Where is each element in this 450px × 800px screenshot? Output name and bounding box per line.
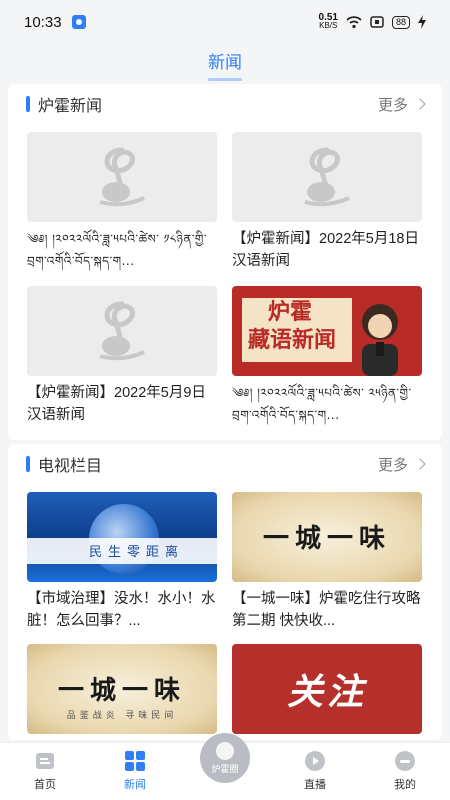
tv-section-title: 电视栏目 [38,458,103,475]
tv-more-link[interactable]: 更多 [378,454,426,475]
nav-news[interactable]: 新闻 [90,743,180,800]
news-caption: 【炉霍新闻】2022年5月18日汉语新闻 [232,231,419,269]
nav-home[interactable]: 首页 [0,743,90,800]
nav-live[interactable]: 直播 [270,743,360,800]
chevron-right-icon [414,458,426,470]
thumb-text: 一城一味 [57,676,186,706]
grid-icon [125,751,145,771]
network-speed: 0.51 KB/S [318,12,338,30]
nav-label: 直播 [304,779,326,791]
tv-item[interactable]: 民生零距离 【市域治理】没水！水小！水脏！怎么回事？... [27,492,217,632]
battery-indicator: 88 [391,15,410,29]
tv-item[interactable]: 一城一味 品鉴战炎 寻味民间 [27,644,217,734]
thumb-text: 一城一味 [262,524,391,554]
thumb-subtext: 品鉴战炎 寻味民间 [66,710,178,720]
news-thumbnail-placeholder [27,132,217,222]
center-logo [216,741,234,760]
nav-circle[interactable]: 炉霍圈 [180,733,270,800]
news-anchor-illustration [362,304,398,376]
tv-thumbnail: 一城一味 品鉴战炎 寻味民间 [27,644,217,734]
thumb-title-line-2: 藏语新闻 [248,327,337,352]
nav-label: 炉霍圈 [211,763,239,774]
placeholder-logo-icon [99,147,145,207]
thumb-text: 关注 [286,671,367,712]
nav-label: 首页 [34,779,56,791]
status-icons: 0.51 KB/S 88 [318,12,426,30]
news-section-header: 炉霍新闻 更多 [8,84,442,124]
news-more-link[interactable]: 更多 [378,94,426,115]
news-item[interactable]: 【炉霍新闻】2022年5月18日汉语新闻 [232,132,422,272]
news-item[interactable]: 炉霍 藏语新闻 ༄༅། །༢༠༢༢ལོའི་ཟླ་༥པའི་ཚེས་ ༢༥ཉིན… [232,286,422,426]
tv-thumbnail: 民生零距离 [27,492,217,582]
tibetan-news-thumbnail: 炉霍 藏语新闻 [232,286,422,376]
placeholder-logo-icon [304,147,350,207]
tv-thumbnail: 关注 [232,644,422,734]
nav-label: 新闻 [124,779,146,791]
news-thumbnail-placeholder [232,132,422,222]
home-icon [36,753,54,769]
tv-item[interactable]: 一城一味 【一城一味】炉霍吃住行攻略第二期 快快收... [232,492,422,632]
top-tab-bar: 新闻 [0,44,450,84]
news-item[interactable]: ༄༅། །༢༠༢༢ལོའི་ཟླ་༥པའི་ཚེས་ ༡༨ཉིན་གྱི་བྲག… [27,132,217,272]
tv-caption: 【一城一味】炉霍吃住行攻略第二期 快快收... [232,591,421,629]
status-time: 10:33 [24,13,62,31]
tab-news[interactable]: 新闻 [208,44,242,81]
news-caption: 【炉霍新闻】2022年5月9日汉语新闻 [27,385,206,423]
wifi-icon [346,16,362,29]
news-caption: ༄༅། །༢༠༢༢ལོའི་ཟླ་༥པའི་ཚེས་ ༡༨ཉིན་གྱི་བྲག… [27,232,207,268]
play-icon [305,751,325,771]
tv-item[interactable]: 关注 [232,644,422,734]
thumb-text: 民生零距离 [89,544,185,559]
nav-label: 我的 [394,779,416,791]
thumb-title-line-1: 炉霍 [268,299,313,324]
nav-profile[interactable]: 我的 [360,743,450,800]
circle-icon: 炉霍圈 [200,733,250,783]
tv-caption: 【市域治理】没水！水小！水脏！怎么回事？... [27,591,216,629]
sim-icon [370,16,384,28]
status-bar: 10:33 0.51 KB/S 88 [0,0,450,44]
placeholder-logo-icon [99,301,145,361]
news-item[interactable]: 【炉霍新闻】2022年5月9日汉语新闻 [27,286,217,426]
tv-thumbnail: 一城一味 [232,492,422,582]
tv-section-header: 电视栏目 更多 [8,444,442,484]
tv-section: 电视栏目 更多 民生零距离 【市域治理】没水！水小！水脏！怎么回事？... 一城… [8,444,442,740]
bottom-nav: 首页 新闻 炉霍圈 直播 我的 [0,733,450,800]
chevron-right-icon [414,98,426,110]
app-notification-icon [71,15,86,29]
user-icon [395,751,415,771]
news-caption: ༄༅། །༢༠༢༢ལོའི་ཟླ་༥པའི་ཚེས་ ༢༥ཉིན་གྱི་བྲག… [232,386,412,422]
section-accent-bar [26,96,30,112]
section-accent-bar [26,456,30,472]
news-section: 炉霍新闻 更多 ༄༅། །༢༠༢༢ལོའི་ཟླ་༥པའི་ཚེས་ ༡༨ཉིན… [8,84,442,440]
news-thumbnail-placeholder [27,286,217,376]
news-section-title: 炉霍新闻 [38,98,103,115]
charging-icon [418,15,426,29]
